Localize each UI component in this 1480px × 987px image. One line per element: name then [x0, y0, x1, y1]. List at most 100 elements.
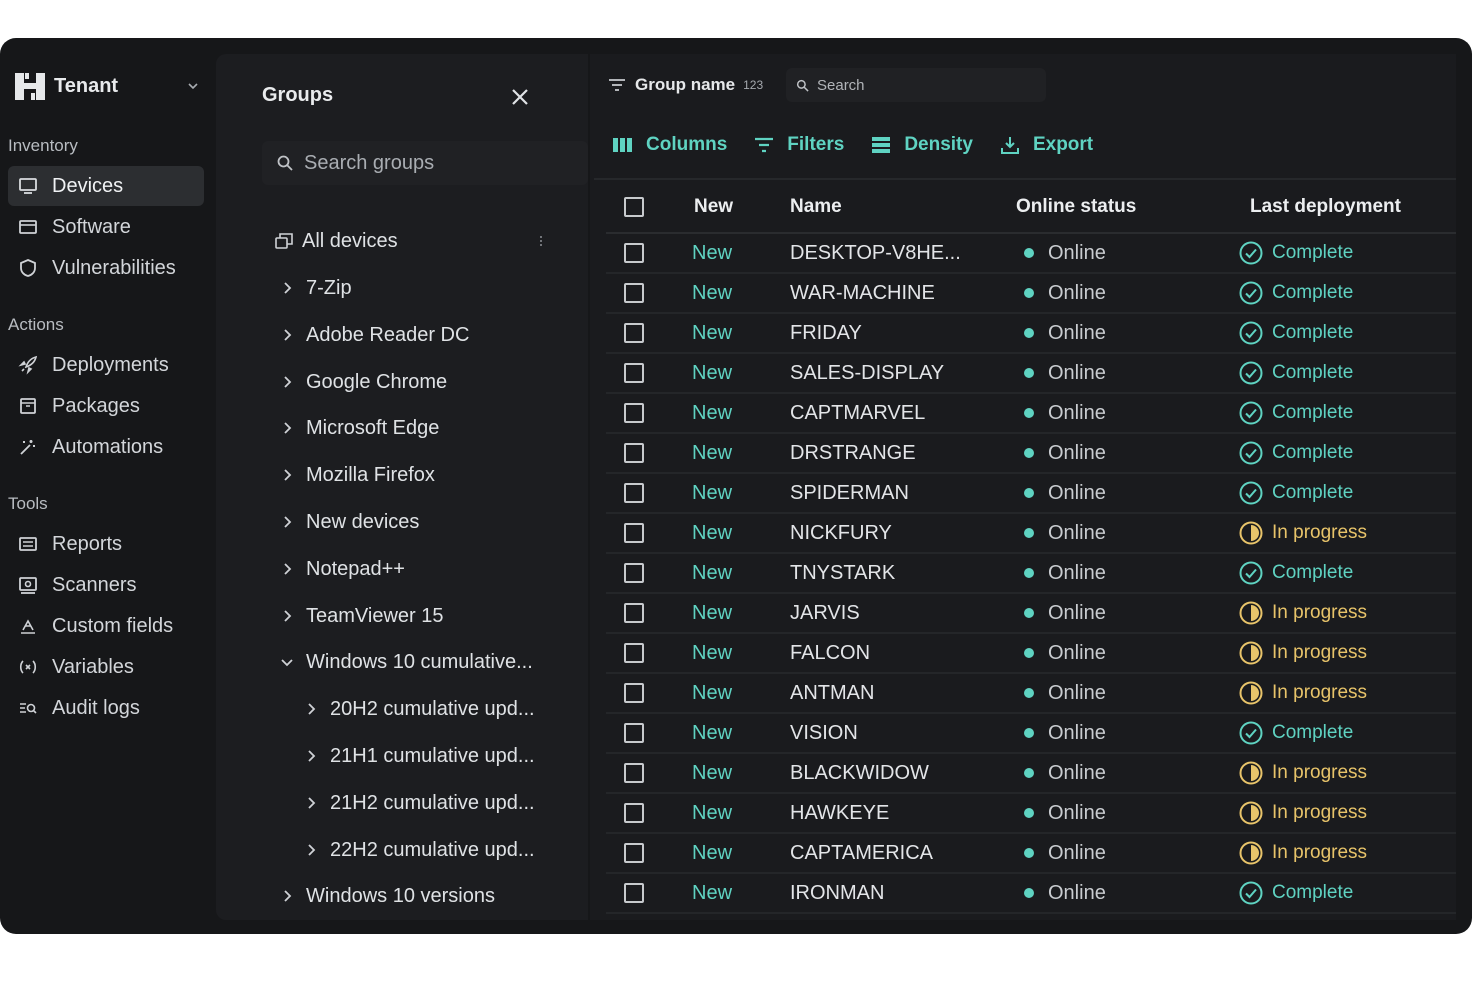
- sidebar-item-software[interactable]: Software: [8, 207, 204, 247]
- device-name[interactable]: FALCON: [762, 642, 992, 665]
- device-name[interactable]: SALES-DISPLAY: [762, 362, 992, 385]
- sidebar-item-devices[interactable]: Devices: [8, 166, 204, 206]
- close-icon[interactable]: [510, 87, 530, 107]
- chevron-right-icon[interactable]: [304, 702, 318, 716]
- sidebar-item-audit-logs[interactable]: Audit logs: [8, 688, 204, 728]
- table-row[interactable]: New SPIDERMAN Online Complete: [606, 474, 1456, 514]
- tree-item[interactable]: TeamViewer 15: [280, 601, 443, 631]
- table-row[interactable]: New IRONMAN Online Complete: [606, 874, 1456, 914]
- chevron-right-icon[interactable]: [280, 889, 294, 903]
- more-options-icon[interactable]: [538, 235, 544, 247]
- column-header-new[interactable]: New: [662, 196, 762, 218]
- chevron-right-icon[interactable]: [280, 609, 294, 623]
- chevron-down-icon[interactable]: [280, 655, 294, 669]
- device-name[interactable]: DESKTOP-V8HE...: [762, 242, 992, 265]
- table-row[interactable]: New ANTMAN Online In progress: [606, 674, 1456, 714]
- chevron-right-icon[interactable]: [280, 281, 294, 295]
- chevron-right-icon[interactable]: [280, 515, 294, 529]
- row-checkbox[interactable]: [624, 843, 644, 863]
- sidebar-item-custom-fields[interactable]: Custom fields: [8, 606, 204, 646]
- sidebar-item-reports[interactable]: Reports: [8, 524, 204, 564]
- chevron-right-icon[interactable]: [280, 562, 294, 576]
- sidebar-item-scanners[interactable]: Scanners: [8, 565, 204, 605]
- tree-item[interactable]: Notepad++: [280, 554, 405, 584]
- row-checkbox[interactable]: [624, 523, 644, 543]
- table-row[interactable]: New FRIDAY Online Complete: [606, 314, 1456, 354]
- table-row[interactable]: New FALCON Online In progress: [606, 634, 1456, 674]
- tree-item[interactable]: 7-Zip: [280, 273, 352, 303]
- device-name[interactable]: DRSTRANGE: [762, 442, 992, 465]
- select-all-checkbox[interactable]: [624, 197, 644, 217]
- table-row[interactable]: New HAWKEYE Online In progress: [606, 794, 1456, 834]
- tree-item[interactable]: Mozilla Firefox: [280, 460, 435, 490]
- table-row[interactable]: New SALES-DISPLAY Online Complete: [606, 354, 1456, 394]
- device-name[interactable]: TNYSTARK: [762, 562, 992, 585]
- device-name[interactable]: WAR-MACHINE: [762, 282, 992, 305]
- columns-button[interactable]: Columns: [612, 134, 727, 156]
- table-row[interactable]: New BLACKWIDOW Online In progress: [606, 754, 1456, 794]
- tree-item[interactable]: 21H1 cumulative upd...: [304, 741, 535, 771]
- chevron-right-icon[interactable]: [304, 843, 318, 857]
- device-name[interactable]: IRONMAN: [762, 882, 992, 905]
- table-row[interactable]: New JARVIS Online In progress: [606, 594, 1456, 634]
- tree-item[interactable]: Microsoft Edge: [280, 413, 439, 443]
- sidebar-item-automations[interactable]: Automations: [8, 427, 204, 467]
- filters-button[interactable]: Filters: [753, 134, 844, 156]
- row-checkbox[interactable]: [624, 603, 644, 623]
- tree-item[interactable]: New devices: [280, 507, 419, 537]
- row-checkbox[interactable]: [624, 683, 644, 703]
- table-row[interactable]: New CAPTAMERICA Online In progress: [606, 834, 1456, 874]
- tenant-switcher[interactable]: Tenant: [14, 70, 200, 102]
- row-checkbox[interactable]: [624, 443, 644, 463]
- tree-item[interactable]: Windows 10 versions: [280, 881, 495, 911]
- group-search-field[interactable]: [262, 141, 588, 185]
- chevron-right-icon[interactable]: [280, 468, 294, 482]
- device-name[interactable]: CAPTAMERICA: [762, 842, 992, 865]
- tree-item-all-devices[interactable]: All devices: [274, 226, 398, 256]
- table-row[interactable]: New DRSTRANGE Online Complete: [606, 434, 1456, 474]
- device-name[interactable]: JARVIS: [762, 602, 992, 625]
- row-checkbox[interactable]: [624, 763, 644, 783]
- column-header-name[interactable]: Name: [762, 196, 992, 218]
- tree-item[interactable]: Windows 10 cumulative...: [280, 647, 533, 677]
- row-checkbox[interactable]: [624, 803, 644, 823]
- device-name[interactable]: FRIDAY: [762, 322, 992, 345]
- table-row[interactable]: New VISION Online Complete: [606, 714, 1456, 754]
- sidebar-item-variables[interactable]: Variables: [8, 647, 204, 687]
- sidebar-item-vulnerabilities[interactable]: Vulnerabilities: [8, 248, 204, 288]
- group-search-input[interactable]: [304, 151, 564, 175]
- table-row[interactable]: New DESKTOP-V8HE... Online Complete: [606, 234, 1456, 274]
- row-checkbox[interactable]: [624, 643, 644, 663]
- tree-item[interactable]: Google Chrome: [280, 367, 447, 397]
- chevron-right-icon[interactable]: [304, 749, 318, 763]
- table-row[interactable]: New TNYSTARK Online Complete: [606, 554, 1456, 594]
- tree-item[interactable]: Adobe Reader DC: [280, 320, 469, 350]
- sidebar-item-deployments[interactable]: Deployments: [8, 345, 204, 385]
- device-name[interactable]: HAWKEYE: [762, 802, 992, 825]
- row-checkbox[interactable]: [624, 563, 644, 583]
- table-search-input[interactable]: [817, 76, 1037, 94]
- device-name[interactable]: NICKFURY: [762, 522, 992, 545]
- column-header-last-deployment[interactable]: Last deployment: [1232, 196, 1456, 218]
- row-checkbox[interactable]: [624, 723, 644, 743]
- chevron-right-icon[interactable]: [280, 328, 294, 342]
- row-checkbox[interactable]: [624, 363, 644, 383]
- device-name[interactable]: VISION: [762, 722, 992, 745]
- tree-item[interactable]: 21H2 cumulative upd...: [304, 788, 535, 818]
- device-name[interactable]: CAPTMARVEL: [762, 402, 992, 425]
- tree-item[interactable]: 22H2 cumulative upd...: [304, 835, 535, 865]
- chevron-right-icon[interactable]: [280, 375, 294, 389]
- chevron-right-icon[interactable]: [304, 796, 318, 810]
- row-checkbox[interactable]: [624, 283, 644, 303]
- row-checkbox[interactable]: [624, 883, 644, 903]
- row-checkbox[interactable]: [624, 323, 644, 343]
- device-name[interactable]: BLACKWIDOW: [762, 762, 992, 785]
- table-row[interactable]: New NICKFURY Online In progress: [606, 514, 1456, 554]
- export-button[interactable]: Export: [999, 134, 1093, 156]
- device-name[interactable]: ANTMAN: [762, 682, 992, 705]
- sidebar-item-packages[interactable]: Packages: [8, 386, 204, 426]
- tree-item[interactable]: 20H2 cumulative upd...: [304, 694, 535, 724]
- density-button[interactable]: Density: [870, 134, 973, 156]
- row-checkbox[interactable]: [624, 243, 644, 263]
- table-row[interactable]: New CAPTMARVEL Online Complete: [606, 394, 1456, 434]
